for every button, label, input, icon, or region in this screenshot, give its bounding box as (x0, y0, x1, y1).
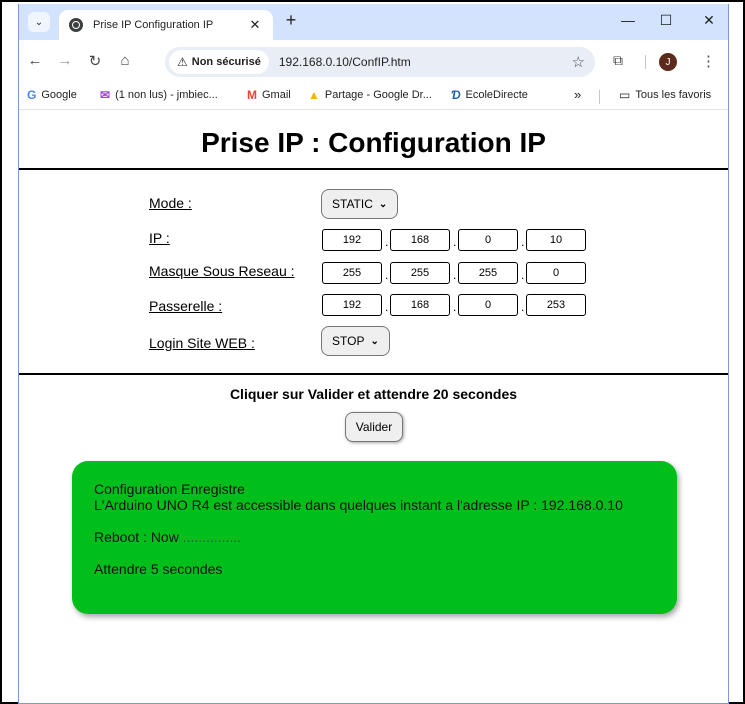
mask-octet-4[interactable]: 0 (526, 262, 586, 284)
mode-label: Mode : (149, 195, 192, 211)
bookmark-gmail[interactable]: M Gmail (247, 88, 291, 102)
separator-dot: . (521, 268, 525, 282)
bookmark-drive[interactable]: ▲ Partage - Google Dr... (308, 88, 432, 102)
menu-icon[interactable]: ⋮ (701, 52, 716, 70)
status-reboot: Reboot : Now ............... (94, 529, 655, 545)
gateway-octet-3[interactable]: 0 (458, 294, 518, 316)
login-value: STOP (332, 334, 365, 348)
toolbar-divider (645, 55, 646, 69)
chevron-right-icon[interactable]: » (574, 87, 581, 102)
gateway-octet-2[interactable]: 168 (390, 294, 450, 316)
status-line-1: Configuration Enregistre (94, 481, 245, 497)
screenshot-frame: ⌄ Prise IP Configuration IP ✕ + — ☐ ✕ ← … (0, 0, 745, 704)
maximize-icon[interactable]: ☐ (656, 12, 676, 29)
mode-select[interactable]: STATIC ⌄ (321, 189, 399, 219)
bookmark-label: Google (41, 89, 77, 101)
separator-dot: . (385, 300, 389, 314)
folder-icon: ▭ (619, 88, 631, 102)
separator-dot: . (453, 235, 457, 249)
instruction-text: Cliquer sur Valider et attendre 20 secon… (229, 386, 518, 402)
ecoledirecte-icon: Ɗ (451, 88, 461, 102)
login-label: Login Site WEB : (149, 335, 255, 351)
tab-active[interactable]: Prise IP Configuration IP ✕ (59, 10, 273, 40)
page-content: Prise IP : Configuration IP Mode : STATI… (19, 111, 728, 703)
divider (19, 168, 728, 170)
mask-octet-1[interactable]: 255 (322, 262, 382, 284)
bookmark-label: (1 non lus) - jmbiec... (115, 89, 218, 101)
bookmark-ecoledirecte[interactable]: Ɗ EcoleDirecte (451, 88, 528, 102)
reboot-progress-dots: ............... (182, 529, 242, 545)
gateway-octet-4[interactable]: 253 (526, 294, 586, 316)
bookmarks-bar: G Google ✉ (1 non lus) - jmbiec... M Gma… (19, 84, 728, 110)
ip-octet-2[interactable]: 168 (390, 229, 450, 251)
separator-dot: . (385, 235, 389, 249)
separator-dot: . (385, 268, 389, 282)
security-label: Non sécurisé (191, 56, 261, 68)
ip-octet-1[interactable]: 192 (322, 229, 382, 251)
browser-window: ⌄ Prise IP Configuration IP ✕ + — ☐ ✕ ← … (18, 4, 729, 704)
separator-dot: . (521, 300, 525, 314)
separator-dot: . (453, 268, 457, 282)
minimize-icon[interactable]: — (618, 12, 638, 28)
warning-icon: ⚠ (177, 55, 188, 69)
security-chip[interactable]: ⚠ Non sécurisé (169, 50, 269, 74)
page-title: Prise IP : Configuration IP (201, 127, 546, 158)
close-icon[interactable]: ✕ (247, 17, 263, 33)
reboot-label: Reboot : Now (94, 529, 179, 545)
tab-title: Prise IP Configuration IP (93, 19, 214, 31)
ip-octet-3[interactable]: 0 (458, 229, 518, 251)
url-text[interactable]: 192.168.0.10/ConfIP.htm (279, 55, 411, 69)
chevron-down-icon: ⌄ (370, 335, 379, 347)
mask-octet-2[interactable]: 255 (390, 262, 450, 284)
bookmark-label: Partage - Google Dr... (324, 89, 432, 101)
bookmark-label: Tous les favoris (635, 89, 712, 101)
back-icon[interactable]: ← (25, 52, 45, 69)
new-tab-button[interactable]: + (281, 10, 301, 31)
bookmark-label: Gmail (262, 89, 291, 101)
gmail-icon: M (247, 88, 257, 102)
separator-dot: . (521, 235, 525, 249)
mode-value: STATIC (332, 197, 373, 211)
bookmark-mail[interactable]: ✉ (1 non lus) - jmbiec... (100, 88, 218, 102)
bookmark-google[interactable]: G Google (27, 88, 77, 102)
mail-icon: ✉ (100, 88, 111, 102)
gateway-label: Passerelle : (149, 298, 223, 314)
login-select[interactable]: STOP ⌄ (321, 326, 390, 356)
drive-icon: ▲ (308, 88, 320, 102)
valider-button[interactable]: Valider (345, 412, 403, 442)
forward-icon[interactable]: → (55, 52, 75, 69)
bookmarks-divider (599, 90, 600, 104)
tab-search-button[interactable]: ⌄ (28, 12, 50, 32)
google-icon: G (27, 88, 37, 102)
chevron-down-icon: ⌄ (378, 198, 388, 210)
home-icon[interactable]: ⌂ (115, 52, 135, 69)
toolbar: ← → ↻ ⌂ ⚠ Non sécurisé 192.168.0.10/Conf… (19, 40, 728, 84)
status-wait: Attendre 5 secondes (94, 561, 223, 577)
extensions-icon[interactable]: ⧉ (613, 52, 623, 69)
mask-octet-3[interactable]: 255 (458, 262, 518, 284)
divider (19, 373, 728, 375)
status-line-2: L'Arduino UNO R4 est accessible dans que… (94, 497, 623, 513)
status-panel: Configuration Enregistre L'Arduino UNO R… (72, 461, 677, 614)
reload-icon[interactable]: ↻ (85, 52, 105, 70)
all-bookmarks[interactable]: ▭ Tous les favoris (619, 88, 711, 102)
tab-strip: ⌄ Prise IP Configuration IP ✕ + — ☐ ✕ (19, 4, 728, 40)
gateway-octet-1[interactable]: 192 (322, 294, 382, 316)
separator-dot: . (453, 300, 457, 314)
mask-label: Masque Sous Reseau : (149, 263, 295, 279)
window-close-icon[interactable]: ✕ (699, 12, 719, 29)
avatar[interactable]: J (659, 53, 677, 71)
bookmark-label: EcoleDirecte (465, 89, 528, 101)
chevron-down-icon: ⌄ (34, 16, 44, 28)
globe-icon (69, 18, 83, 32)
ip-label: IP : (149, 230, 170, 246)
address-bar[interactable]: ⚠ Non sécurisé 192.168.0.10/ConfIP.htm ☆ (165, 47, 595, 77)
star-icon[interactable]: ☆ (572, 53, 585, 71)
ip-octet-4[interactable]: 10 (526, 229, 586, 251)
